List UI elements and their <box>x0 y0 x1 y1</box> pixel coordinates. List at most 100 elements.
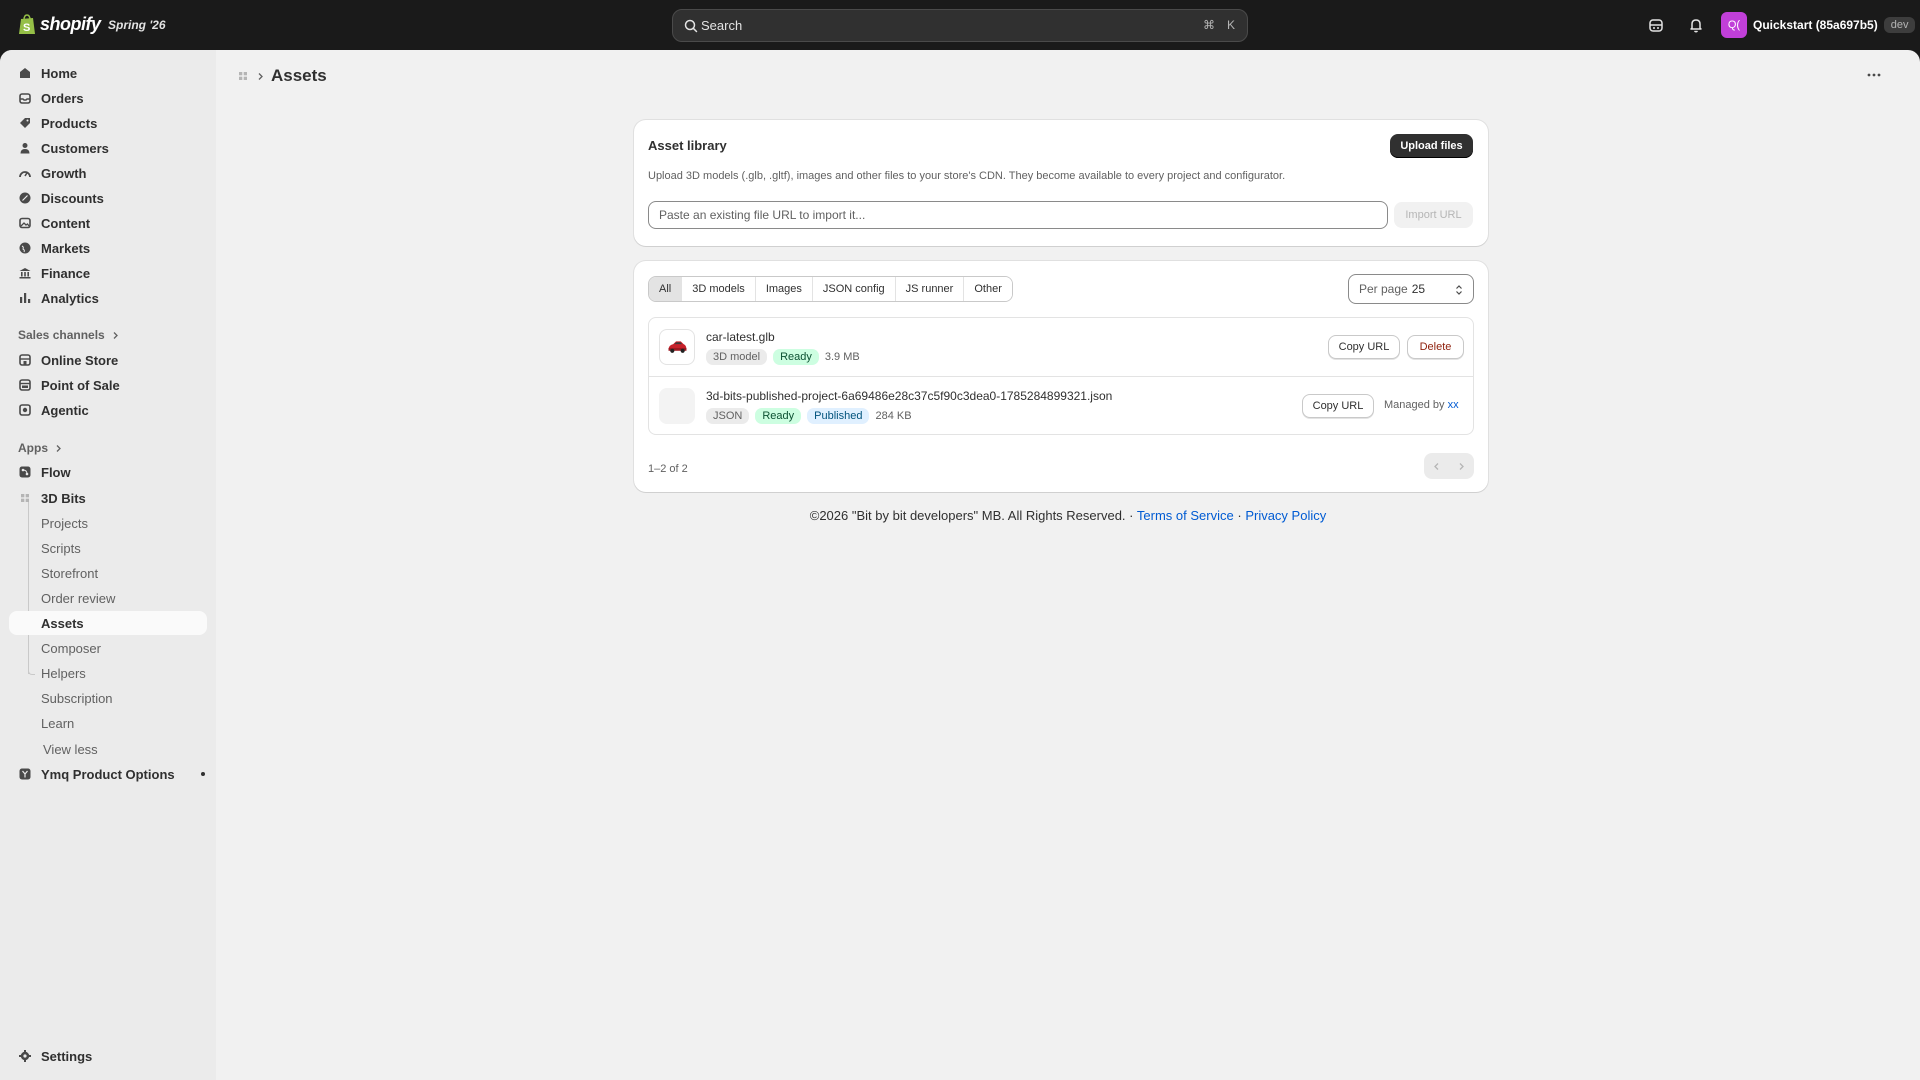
footer: ©2026 "Bit by bit developers" MB. All Ri… <box>216 508 1920 523</box>
sidebar-item-assets[interactable]: Assets <box>9 611 207 635</box>
chevron-left-icon <box>1434 462 1439 470</box>
list-item[interactable]: 3d-bits-published-project-6a69486e28c37c… <box>649 377 1473 436</box>
per-page-label: Per page <box>1359 282 1408 296</box>
sidebar-item-helpers[interactable]: Helpers <box>9 661 207 685</box>
sidebar-item-label: Content <box>41 216 91 231</box>
store-menu-button[interactable]: Q( Quickstart (85a697b5) dev <box>1721 12 1916 38</box>
sidebar-item-label: Flow <box>41 465 71 480</box>
footer-separator: · <box>1129 508 1134 523</box>
upload-files-button[interactable]: Upload files <box>1390 134 1473 158</box>
sidebar-item-discounts[interactable]: Discounts <box>9 186 207 210</box>
sidebar-item-finance[interactable]: Finance <box>9 261 207 285</box>
sidebar-item-flow[interactable]: Flow <box>9 460 207 484</box>
tab-3d-models[interactable]: 3D models <box>682 277 756 301</box>
bank-icon <box>19 268 31 279</box>
sidebar-item-agentic[interactable]: Agentic <box>9 398 207 422</box>
bar-chart-icon <box>20 293 31 303</box>
shopify-bag-icon: S <box>19 14 35 34</box>
library-description: Upload 3D models (.glb, .gltf), images a… <box>648 170 1286 182</box>
sidebar-item-label: Markets <box>41 241 91 256</box>
search-input[interactable] <box>701 10 1171 41</box>
sidebar-item-label: Analytics <box>41 291 99 306</box>
import-url-input[interactable] <box>648 201 1388 229</box>
sidebar-item-online-store[interactable]: Online Store <box>9 348 207 372</box>
home-icon <box>20 68 30 78</box>
shopify-logo[interactable]: S shopify <box>18 14 101 35</box>
sidebar-item-products[interactable]: Products <box>9 111 207 135</box>
asset-thumbnail-placeholder <box>659 388 695 424</box>
sidebar-item-label: Point of Sale <box>41 378 120 393</box>
copyright-text: ©2026 "Bit by bit developers" MB. All Ri… <box>809 508 1126 523</box>
ymq-app-icon <box>19 768 31 780</box>
sidebar-item-settings[interactable]: Settings <box>9 1044 207 1068</box>
managed-by-link[interactable]: xx <box>1448 399 1459 411</box>
sidebar-item-growth[interactable]: Growth <box>9 161 207 185</box>
sidebar-item-label: Assets <box>41 616 84 631</box>
sidebar-item-analytics[interactable]: Analytics <box>9 286 207 310</box>
sidebar-item-label: Customers <box>41 141 109 156</box>
per-page-value: 25 <box>1411 282 1426 296</box>
sidebar-item-order-review[interactable]: Order review <box>9 586 207 610</box>
tab-images[interactable]: Images <box>755 277 813 301</box>
sidebar-item-view-less[interactable]: View less <box>9 737 207 761</box>
type-badge: 3D model <box>706 349 768 365</box>
chevron-right-icon <box>56 444 61 452</box>
sidebar-item-label: Orders <box>41 91 84 106</box>
copy-url-button[interactable]: Copy URL <box>1328 335 1400 359</box>
sidebar-item-content[interactable]: Content <box>9 211 207 235</box>
sidebar-item-ymq[interactable]: Ymq Product Options <box>9 762 207 786</box>
sidebar-item-3d-bits[interactable]: 3D Bits <box>9 486 207 510</box>
sidebar-item-scripts[interactable]: Scripts <box>9 536 207 560</box>
sidebar-item-home[interactable]: Home <box>9 61 207 85</box>
chevron-right-icon <box>258 72 263 80</box>
app-icon[interactable] <box>236 69 250 83</box>
top-bar: S shopify Spring '26 ⌘ K Q( Quickstart (… <box>0 0 1920 50</box>
managed-by-label: Managed by <box>1384 399 1445 411</box>
app-icon <box>21 494 29 502</box>
sidebar-item-label: 3D Bits <box>41 491 86 506</box>
sidebar-item-markets[interactable]: Markets <box>9 236 207 260</box>
tab-all[interactable]: All <box>649 277 683 301</box>
sidebar-item-projects[interactable]: Projects <box>9 511 207 535</box>
more-actions-icon[interactable] <box>1866 72 1882 78</box>
edition-label: Spring '26 <box>108 18 166 32</box>
sidebar-item-customers[interactable]: Customers <box>9 136 207 160</box>
dev-badge: dev <box>1883 17 1916 33</box>
status-badge: Ready <box>773 349 819 365</box>
next-page-button[interactable] <box>1449 453 1474 479</box>
sidebar-item-label: Online Store <box>41 353 119 368</box>
sales-channels-heading[interactable]: Sales channels <box>18 328 120 342</box>
sidebar-item-storefront[interactable]: Storefront <box>9 561 207 585</box>
delete-button[interactable]: Delete <box>1407 335 1464 359</box>
tab-js-runner[interactable]: JS runner <box>895 277 965 301</box>
bell-icon[interactable] <box>1686 15 1706 35</box>
per-page-select[interactable]: Per page 25 <box>1348 274 1474 304</box>
footer-separator: · <box>1237 508 1242 523</box>
tab-other[interactable]: Other <box>964 277 1012 301</box>
asset-meta: 3D model Ready 3.9 MB <box>706 349 860 365</box>
sidebar: Home Orders Products Customers Growth Di… <box>0 50 216 1080</box>
privacy-link[interactable]: Privacy Policy <box>1245 508 1326 523</box>
copy-url-button[interactable]: Copy URL <box>1302 394 1374 418</box>
sidebar-item-learn[interactable]: Learn <box>9 711 207 735</box>
flow-icon <box>19 466 31 478</box>
tab-json-config[interactable]: JSON config <box>812 277 896 301</box>
previous-page-button[interactable] <box>1424 453 1449 479</box>
store-avatar: Q( <box>1721 12 1747 38</box>
pagination-range: 1–2 of 2 <box>648 463 688 475</box>
sidebar-item-subscription[interactable]: Subscription <box>9 686 207 710</box>
sidebar-item-composer[interactable]: Composer <box>9 636 207 660</box>
terms-link[interactable]: Terms of Service <box>1137 508 1234 523</box>
sidebar-item-orders[interactable]: Orders <box>9 86 207 110</box>
apps-heading[interactable]: Apps <box>18 441 63 455</box>
published-badge: Published <box>807 408 870 424</box>
list-item[interactable]: car-latest.glb 3D model Ready 3.9 MB Cop… <box>649 318 1473 377</box>
sidebar-item-point-of-sale[interactable]: Point of Sale <box>9 373 207 397</box>
store-icon <box>19 354 31 366</box>
unread-dot <box>201 772 205 776</box>
view-less-label: View less <box>43 742 98 757</box>
search-bar[interactable]: ⌘ K <box>672 9 1248 42</box>
import-url-button[interactable]: Import URL <box>1394 202 1473 228</box>
sidekick-icon[interactable] <box>1646 15 1666 35</box>
sidebar-item-label: Agentic <box>41 403 89 418</box>
